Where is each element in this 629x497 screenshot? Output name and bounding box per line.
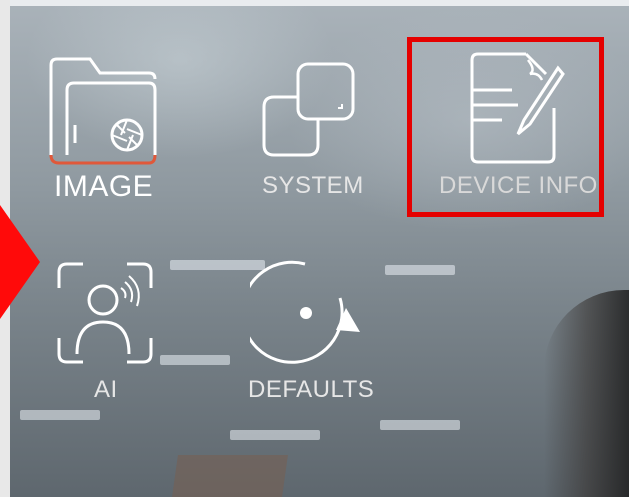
desk-object [172, 455, 288, 497]
ceiling-light [380, 420, 460, 430]
top-edge [0, 0, 629, 6]
ceiling-light [160, 355, 230, 365]
reset-defaults-icon [250, 260, 360, 364]
face-recognition-icon [57, 262, 153, 364]
menu-item-system[interactable] [258, 60, 358, 160]
menu-label-defaults[interactable]: DEFAULTS [248, 376, 374, 404]
ceiling-light [385, 265, 455, 275]
image-folder-icon [49, 57, 157, 165]
ceiling-light [20, 410, 100, 420]
menu-item-defaults[interactable] [250, 258, 370, 368]
menu-label-image[interactable]: IMAGE [54, 170, 153, 204]
menu-item-image[interactable] [45, 55, 160, 170]
menu-label-ai[interactable]: AI [94, 376, 118, 404]
menu-label-system[interactable]: SYSTEM [262, 172, 364, 200]
pointer-arrow [0, 205, 40, 319]
menu-item-ai[interactable] [55, 260, 155, 370]
system-windows-icon [262, 62, 355, 157]
ceiling-light [230, 430, 320, 440]
selection-highlight [407, 37, 604, 217]
